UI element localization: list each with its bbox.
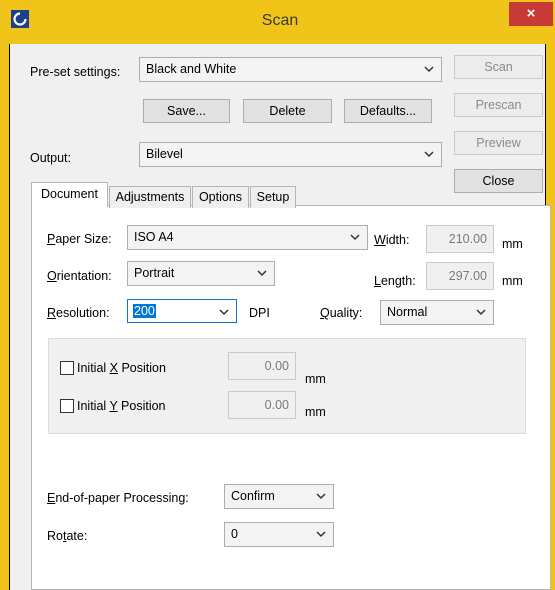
initial-y-unit: mm [305, 405, 326, 419]
chevron-down-icon [316, 531, 326, 538]
length-unit: mm [502, 274, 523, 288]
initial-x-field[interactable]: 0.00 [228, 352, 296, 380]
chevron-down-icon [316, 493, 326, 500]
initial-y-field[interactable]: 0.00 [228, 391, 296, 419]
paper-size-value: ISO A4 [134, 230, 174, 244]
output-label: Output: [30, 151, 71, 165]
defaults-button[interactable]: Defaults... [344, 99, 432, 123]
length-label: Length: [374, 274, 416, 288]
rotate-value: 0 [231, 527, 238, 541]
initial-x-label: Initial X Position [77, 361, 166, 375]
preset-label: Pre-set settings: [30, 65, 121, 79]
chevron-down-icon [257, 270, 267, 277]
chevron-down-icon [219, 309, 229, 316]
end-of-paper-value: Confirm [231, 489, 275, 503]
output-value: Bilevel [146, 147, 183, 161]
save-button[interactable]: Save... [143, 99, 230, 123]
tab-setup[interactable]: Setup [250, 186, 296, 208]
width-unit: mm [502, 237, 523, 251]
chevron-down-icon [424, 151, 434, 158]
initial-x-checkbox[interactable] [60, 361, 74, 375]
initial-y-label: Initial Y Position [77, 399, 166, 413]
quality-dropdown[interactable]: Normal [380, 300, 494, 325]
quality-value: Normal [387, 305, 428, 319]
window-title: Scan [261, 12, 299, 29]
window-close-button[interactable]: × [509, 2, 553, 26]
initial-y-checkbox[interactable] [60, 399, 74, 413]
tab-adjustments[interactable]: Adjustments [109, 186, 191, 208]
app-icon [11, 10, 29, 28]
length-field[interactable]: 297.00 [426, 262, 494, 290]
end-of-paper-label: End-of-paper Processing: [47, 491, 189, 505]
resolution-combo[interactable]: 200 [127, 299, 237, 323]
resolution-value: 200 [133, 304, 156, 318]
prescan-button[interactable]: Prescan [454, 93, 543, 117]
scan-button[interactable]: Scan [454, 55, 543, 79]
output-dropdown[interactable]: Bilevel [139, 142, 442, 167]
preview-button[interactable]: Preview [454, 131, 543, 155]
tab-document[interactable]: Document [31, 182, 108, 207]
paper-size-dropdown[interactable]: ISO A4 [127, 225, 368, 250]
chevron-down-icon [476, 309, 486, 316]
chevron-down-icon [424, 66, 434, 73]
window-border-left [0, 44, 9, 590]
tab-options[interactable]: Options [192, 186, 249, 208]
resolution-label: Resolution: [47, 306, 110, 320]
chevron-down-icon [350, 234, 360, 241]
delete-button[interactable]: Delete [243, 99, 332, 123]
initial-x-unit: mm [305, 372, 326, 386]
preset-dropdown[interactable]: Black and White [139, 57, 442, 82]
width-field[interactable]: 210.00 [426, 225, 494, 253]
end-of-paper-dropdown[interactable]: Confirm [224, 484, 334, 509]
rotate-label: Rotate: [47, 529, 88, 543]
width-label: Width: [374, 233, 410, 247]
quality-label: Quality: [320, 306, 363, 320]
preset-value: Black and White [146, 62, 237, 76]
rotate-dropdown[interactable]: 0 [224, 522, 334, 547]
orientation-label: Orientation: [47, 269, 112, 283]
paper-size-label: Paper Size: [47, 232, 112, 246]
close-button[interactable]: Close [454, 169, 543, 193]
orientation-dropdown[interactable]: Portrait [127, 261, 275, 286]
orientation-value: Portrait [134, 266, 175, 280]
resolution-unit: DPI [249, 306, 270, 320]
